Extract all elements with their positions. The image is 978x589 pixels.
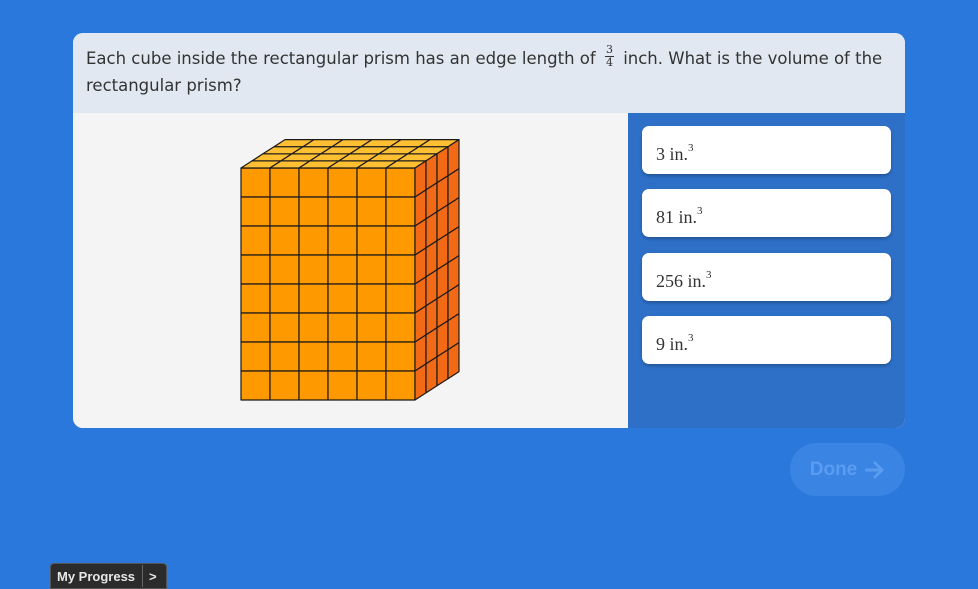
question-text-before: Each cube inside the rectangular prism h… xyxy=(86,49,596,68)
cube-side-face xyxy=(447,342,460,380)
answer-choice-3-exponent: 3 xyxy=(706,269,712,281)
cube-front-face xyxy=(240,254,271,285)
cube-front-face xyxy=(356,254,387,285)
cube-front-face xyxy=(240,312,271,343)
cube-front-face xyxy=(327,283,358,314)
cube-front-face xyxy=(356,370,387,401)
cube-front-face xyxy=(298,167,329,198)
answer-choice-3-text: 256 in. xyxy=(656,271,707,291)
cube-front-face xyxy=(356,225,387,256)
answer-choice-4-exponent: 3 xyxy=(688,332,694,344)
cube-front-face xyxy=(269,370,300,401)
rectangular-prism-figure xyxy=(240,139,460,401)
figure-area xyxy=(73,113,628,428)
cube-front-face xyxy=(240,167,271,198)
cube-front-face xyxy=(385,312,416,343)
cube-front-face xyxy=(327,341,358,372)
cube-front-face xyxy=(240,196,271,227)
cube-front-face xyxy=(356,196,387,227)
cube-front-face xyxy=(298,254,329,285)
cube-front-face xyxy=(385,283,416,314)
answer-choice-4[interactable]: 9 in.3 xyxy=(642,316,891,364)
cube-front-face xyxy=(240,225,271,256)
cube-front-face xyxy=(385,370,416,401)
cube-front-face xyxy=(385,254,416,285)
cube-front-face xyxy=(385,167,416,198)
cube-front-face xyxy=(240,283,271,314)
answer-choice-2-text: 81 in. xyxy=(656,207,698,227)
answer-choice-3[interactable]: 256 in.3 xyxy=(642,253,891,301)
answer-choice-1[interactable]: 3 in.3 xyxy=(642,126,891,174)
done-button[interactable]: Done xyxy=(790,443,905,496)
cube-front-face xyxy=(327,225,358,256)
cube-front-face xyxy=(385,196,416,227)
cube-front-face xyxy=(298,312,329,343)
question-prompt: Each cube inside the rectangular prism h… xyxy=(73,33,905,113)
cube-front-face xyxy=(327,312,358,343)
cube-front-face xyxy=(298,370,329,401)
cube-side-face xyxy=(436,349,449,387)
cube-side-face xyxy=(425,356,438,394)
cube-front-face xyxy=(240,341,271,372)
cube-front-face xyxy=(269,225,300,256)
done-button-label: Done xyxy=(809,458,858,480)
cube-side-face xyxy=(414,363,427,401)
cube-front-face xyxy=(327,167,358,198)
cube-front-face xyxy=(269,196,300,227)
expand-arrow-icon[interactable]: > xyxy=(143,569,166,584)
arrow-right-icon xyxy=(865,461,884,478)
my-progress-tab[interactable]: My Progress > xyxy=(50,563,167,589)
answer-choices: 3 in.3 81 in.3 256 in.3 9 in.3 xyxy=(628,113,905,428)
cube-front-face xyxy=(385,341,416,372)
answer-choice-2[interactable]: 81 in.3 xyxy=(642,189,891,237)
cube-front-face xyxy=(298,283,329,314)
cube-front-face xyxy=(327,196,358,227)
cube-front-face xyxy=(269,341,300,372)
cube-front-face xyxy=(356,283,387,314)
cube-front-face xyxy=(356,167,387,198)
cube-front-face xyxy=(356,312,387,343)
fraction: 3 4 xyxy=(604,44,614,69)
cube-front-face xyxy=(269,167,300,198)
cube-front-face xyxy=(327,370,358,401)
cube-front-face xyxy=(269,254,300,285)
answer-choice-2-exponent: 3 xyxy=(697,205,703,217)
cube-front-face xyxy=(269,312,300,343)
answer-choice-4-text: 9 in. xyxy=(656,334,689,354)
cube-front-face xyxy=(240,370,271,401)
cube-front-face xyxy=(385,225,416,256)
answer-choice-1-exponent: 3 xyxy=(688,142,694,154)
cube-front-face xyxy=(356,341,387,372)
cube-front-face xyxy=(327,254,358,285)
question-card: Each cube inside the rectangular prism h… xyxy=(73,33,905,428)
answer-choice-1-text: 3 in. xyxy=(656,144,689,164)
cube-front-face xyxy=(298,341,329,372)
cube-front-face xyxy=(298,225,329,256)
fraction-denominator: 4 xyxy=(605,56,613,69)
cube-front-face xyxy=(298,196,329,227)
my-progress-label: My Progress xyxy=(57,568,136,584)
cube-front-face xyxy=(269,283,300,314)
